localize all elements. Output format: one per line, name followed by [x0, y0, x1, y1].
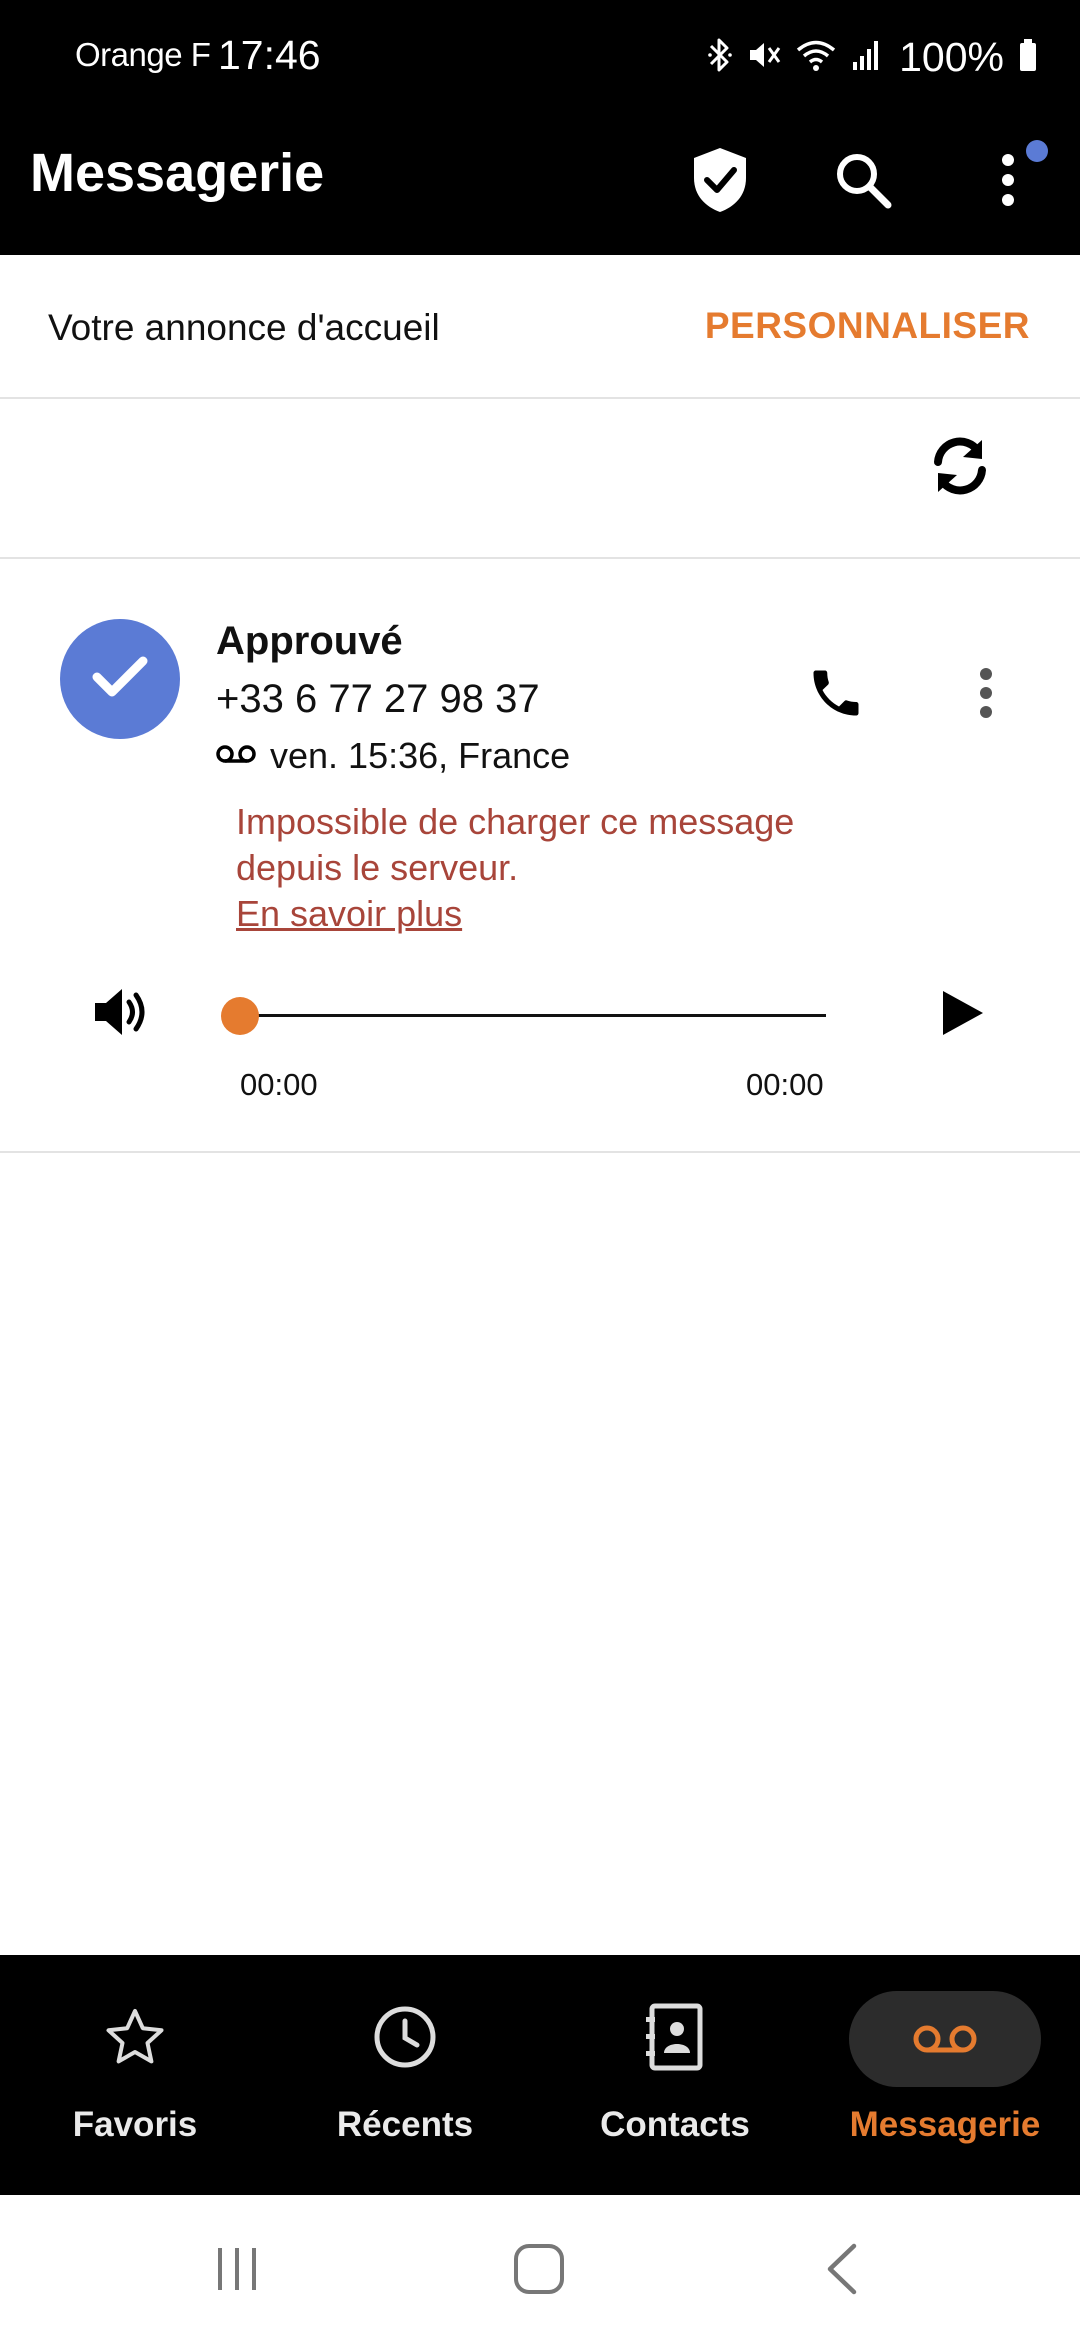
error-line-1: Impossible de charger ce message [236, 801, 795, 842]
refresh-button[interactable] [922, 430, 998, 506]
seek-thumb[interactable] [221, 997, 259, 1035]
back-button[interactable] [806, 2235, 878, 2307]
contacts-icon [615, 1995, 735, 2079]
recent-apps-icon [212, 2244, 262, 2299]
error-line-2: depuis le serveur. [236, 847, 519, 888]
greeting-label: Votre annonce d'accueil [48, 307, 440, 348]
learn-more-link[interactable]: En savoir plus [236, 891, 462, 937]
status-clock: 17:46 [218, 32, 321, 78]
message-meta: ven. 15:36, France [216, 735, 570, 777]
home-icon [513, 2243, 565, 2300]
greeting-row: Votre annonce d'accueil PERSONNALISER [0, 255, 1080, 399]
call-back-button[interactable] [800, 659, 872, 731]
refresh-row [0, 399, 1080, 559]
nav-favorites[interactable]: Favoris [0, 1955, 270, 2195]
check-icon [92, 655, 148, 704]
voicemail-icon [849, 1991, 1041, 2087]
app-root: Orange F 17:46 100% Messagerie Votre ann… [0, 0, 1080, 2340]
phone-icon [806, 663, 866, 728]
nav-label: Messagerie [849, 2105, 1041, 2144]
refresh-icon [929, 435, 991, 502]
voicemail-item[interactable]: Approuvé +33 6 77 27 98 37 ven. 15:36, F… [0, 559, 1080, 1153]
bottom-navigation: Favoris Récents Contacts Messagerie [0, 1955, 1080, 2195]
home-button[interactable] [503, 2235, 575, 2307]
caller-status: Approuvé [216, 619, 403, 663]
nav-contacts[interactable]: Contacts [540, 1955, 810, 2195]
back-icon [822, 2242, 862, 2301]
status-bar: Orange F 17:46 100% [0, 0, 1080, 112]
play-icon [940, 988, 986, 1043]
total-time: 00:00 [746, 1067, 824, 1102]
load-error-message: Impossible de charger ce message depuis … [236, 799, 876, 937]
seek-track[interactable] [240, 1014, 826, 1017]
carrier-name: Orange F [75, 36, 211, 73]
notification-dot [1026, 140, 1048, 162]
play-button[interactable] [928, 977, 998, 1053]
nav-voicemail[interactable]: Messagerie [810, 1955, 1080, 2195]
personalize-button[interactable]: PERSONNALISER [705, 305, 1030, 347]
mute-icon [747, 37, 781, 78]
more-vert-icon [979, 667, 993, 724]
search-button[interactable] [817, 136, 909, 228]
volume-icon [91, 985, 151, 1044]
message-options-button[interactable] [956, 659, 1016, 731]
bluetooth-icon [707, 37, 733, 78]
nav-recents[interactable]: Récents [270, 1955, 540, 2195]
shield-check-icon [690, 146, 750, 219]
elapsed-time: 00:00 [240, 1067, 318, 1102]
page-title: Messagerie [30, 143, 325, 203]
message-date-location: ven. 15:36, France [270, 735, 571, 776]
voicemail-icon [216, 743, 256, 770]
star-icon [75, 1995, 195, 2079]
battery-percent: 100% [899, 33, 1004, 80]
clock-icon [345, 1995, 465, 2079]
avatar [60, 619, 180, 739]
caller-number: +33 6 77 27 98 37 [216, 677, 540, 721]
spam-protection-button[interactable] [674, 136, 766, 228]
nav-label: Récents [336, 2105, 474, 2144]
system-navigation-bar [0, 2195, 1080, 2340]
status-icons: 100% [707, 34, 1038, 80]
nav-label: Favoris [72, 2105, 198, 2144]
app-bar: Messagerie [0, 112, 1080, 255]
more-vert-icon [1000, 152, 1016, 213]
speaker-toggle-button[interactable] [86, 979, 156, 1049]
recent-apps-button[interactable] [201, 2235, 273, 2307]
search-icon [833, 150, 893, 215]
nav-label: Contacts [600, 2105, 750, 2144]
wifi-icon [795, 38, 837, 77]
battery-icon [1018, 38, 1038, 77]
signal-icon [851, 38, 881, 77]
